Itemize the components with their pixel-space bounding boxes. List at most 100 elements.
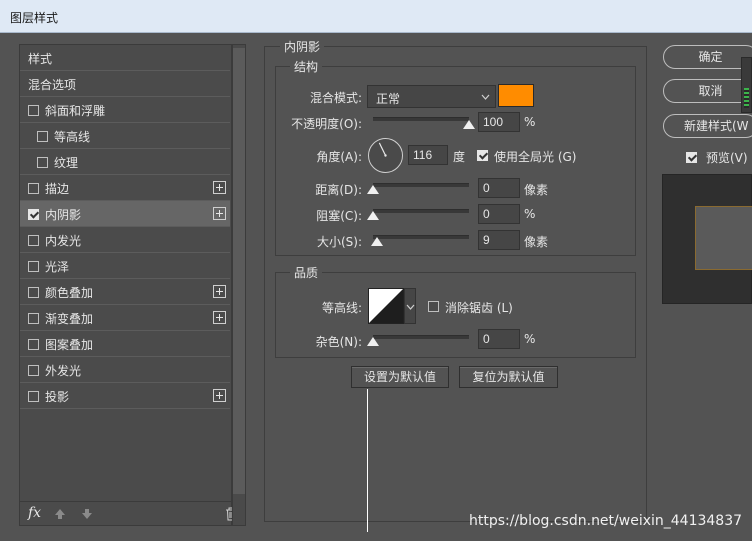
style-item-checkbox[interactable] (28, 391, 39, 402)
angle-dial[interactable] (367, 137, 404, 174)
add-effect-icon[interactable] (213, 285, 226, 298)
style-item-checkbox[interactable] (28, 105, 39, 116)
style-item[interactable]: 混合选项 (20, 71, 230, 97)
style-item-checkbox[interactable] (28, 183, 39, 194)
set-default-button[interactable]: 设置为默认值 (351, 366, 449, 388)
opacity-label: 不透明度(O): (291, 117, 362, 131)
noise-slider-track[interactable] (373, 335, 469, 339)
choke-input[interactable] (478, 204, 520, 224)
style-item-checkbox[interactable] (28, 235, 39, 246)
distance-slider-thumb[interactable] (367, 185, 379, 194)
fx-icon[interactable]: fx (28, 505, 41, 521)
add-effect-icon[interactable] (213, 311, 226, 324)
structure-title: 结构 (290, 58, 323, 75)
style-item-checkbox[interactable] (28, 313, 39, 324)
angle-unit: 度 (453, 150, 466, 164)
distance-slider-track[interactable] (373, 183, 469, 187)
text-cursor-line (367, 389, 368, 532)
style-item-checkbox[interactable] (28, 209, 39, 220)
style-item[interactable]: 纹理 (20, 149, 230, 175)
size-slider-thumb[interactable] (370, 237, 383, 246)
choke-label: 阻塞(C): (316, 209, 362, 223)
distance-input[interactable] (478, 178, 520, 198)
opacity-input[interactable] (478, 112, 520, 132)
size-unit: 像素 (524, 235, 549, 249)
distance-label: 距离(D): (315, 183, 362, 197)
contour-dropdown[interactable] (404, 288, 416, 324)
style-item[interactable]: 投影 (20, 383, 230, 409)
style-item-label: 投影 (45, 390, 70, 404)
add-effect-icon[interactable] (213, 389, 226, 402)
add-effect-icon[interactable] (213, 181, 226, 194)
noise-input[interactable] (478, 329, 520, 349)
add-effect-icon[interactable] (213, 207, 226, 220)
global-light-checkbox[interactable] (477, 150, 488, 161)
noise-label: 杂色(N): (315, 335, 362, 349)
blend-color-swatch[interactable] (498, 84, 534, 107)
blend-mode-value: 正常 (376, 92, 401, 106)
styles-list-footer: fx (20, 501, 236, 526)
styles-list-scroll-thumb[interactable] (233, 48, 245, 494)
contour-label: 等高线: (321, 301, 362, 315)
style-item[interactable]: 描边 (20, 175, 230, 201)
blend-mode-select[interactable]: 正常 (367, 85, 496, 108)
opacity-slider-track[interactable] (373, 117, 469, 121)
style-item-checkbox[interactable] (37, 157, 48, 168)
style-item[interactable]: 内发光 (20, 227, 230, 253)
opacity-unit: % (524, 115, 536, 129)
style-item-checkbox[interactable] (28, 261, 39, 272)
ok-button[interactable]: 确定 (663, 45, 752, 69)
style-item[interactable]: 内阴影 (20, 201, 230, 227)
move-down-icon[interactable] (81, 508, 93, 520)
style-item-checkbox[interactable] (28, 365, 39, 376)
choke-unit: % (524, 207, 536, 221)
contour-preview[interactable] (368, 288, 404, 324)
style-item-label: 描边 (45, 182, 70, 196)
window-title: 图层样式 (10, 11, 59, 25)
style-item[interactable]: 样式 (20, 45, 230, 71)
style-item[interactable]: 渐变叠加 (20, 305, 230, 331)
new-style-button[interactable]: 新建样式(W (663, 114, 752, 138)
quality-title: 品质 (290, 264, 323, 281)
style-item-label: 光泽 (45, 260, 70, 274)
style-item-checkbox[interactable] (28, 339, 39, 350)
choke-slider-track[interactable] (373, 209, 469, 213)
chevron-down-icon (481, 94, 490, 100)
size-input[interactable] (478, 230, 520, 250)
angle-input[interactable] (408, 145, 448, 165)
style-item-checkbox[interactable] (28, 287, 39, 298)
preview-swatch (695, 206, 752, 270)
antialias-checkbox[interactable] (428, 301, 439, 312)
opacity-slider-thumb[interactable] (463, 120, 475, 129)
cancel-button[interactable]: 取消 (663, 79, 752, 103)
preview-label: 预览(V) (706, 151, 748, 165)
style-item-label: 样式 (28, 52, 53, 66)
style-item[interactable]: 等高线 (20, 123, 230, 149)
global-light-label: 使用全局光 (G) (494, 150, 577, 164)
reset-default-button[interactable]: 复位为默认值 (459, 366, 558, 388)
move-up-icon[interactable] (54, 508, 66, 520)
style-item-label: 内阴影 (45, 208, 82, 222)
noise-slider-thumb[interactable] (367, 337, 379, 346)
style-item[interactable]: 颜色叠加 (20, 279, 230, 305)
preview-checkbox[interactable] (686, 152, 697, 163)
style-item-label: 斜面和浮雕 (45, 104, 106, 118)
style-item[interactable]: 光泽 (20, 253, 230, 279)
size-slider-track[interactable] (373, 235, 469, 239)
inner-shadow-title: 内阴影 (280, 38, 325, 55)
style-item-checkbox[interactable] (37, 131, 48, 142)
right-scrollbar[interactable] (741, 57, 752, 113)
chevron-down-icon (406, 304, 415, 310)
style-item[interactable]: 图案叠加 (20, 331, 230, 357)
style-item-label: 渐变叠加 (45, 312, 94, 326)
style-item-label: 混合选项 (28, 78, 77, 92)
choke-slider-thumb[interactable] (367, 211, 379, 220)
angle-label: 角度(A): (316, 150, 362, 164)
style-item-label: 颜色叠加 (45, 286, 94, 300)
style-item[interactable]: 斜面和浮雕 (20, 97, 230, 123)
noise-unit: % (524, 332, 536, 346)
style-item[interactable]: 外发光 (20, 357, 230, 383)
size-label: 大小(S): (316, 235, 362, 249)
style-preview (662, 174, 752, 304)
style-item-label: 外发光 (45, 364, 82, 378)
